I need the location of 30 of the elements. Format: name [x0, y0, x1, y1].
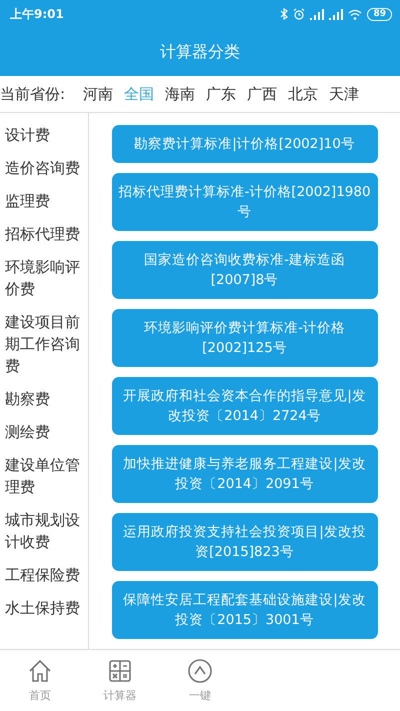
bluetooth-icon: [280, 8, 288, 20]
calculator-icon: [107, 658, 133, 684]
category-item[interactable]: 建设项目前期工作咨询费: [0, 308, 88, 385]
category-item[interactable]: 水土保持费: [0, 594, 88, 627]
wifi-icon: [348, 8, 362, 20]
page-title: 计算器分类: [160, 42, 240, 62]
province-tab[interactable]: 广西: [247, 84, 278, 104]
signal-icon: [310, 8, 324, 20]
category-item[interactable]: 建设单位管理费: [0, 451, 88, 506]
province-tab[interactable]: 河南: [83, 84, 114, 104]
battery-level: 89: [367, 8, 392, 20]
category-item[interactable]: 监理费: [0, 187, 88, 220]
category-item[interactable]: 测绘费: [0, 418, 88, 451]
alarm-icon: [293, 8, 306, 20]
province-label: 当前省份:: [0, 84, 66, 104]
province-tab[interactable]: 广东: [206, 84, 236, 104]
province-tab[interactable]: 海南: [165, 84, 196, 104]
category-item[interactable]: 造价咨询费: [0, 154, 88, 187]
arrow-circle-icon: [187, 658, 213, 684]
province-tab[interactable]: 北京: [288, 84, 318, 104]
status-time: 上午9:01: [10, 6, 64, 22]
category-item[interactable]: 勘察费: [0, 385, 88, 418]
category-item[interactable]: 工程保险费: [0, 561, 88, 594]
category-item[interactable]: 城市规划设计收费: [0, 506, 88, 561]
category-item[interactable]: 环境影响评价费: [0, 253, 88, 308]
province-tab[interactable]: 天津: [329, 84, 360, 104]
category-item[interactable]: 招标代理费: [0, 220, 88, 253]
signal-icon: [329, 8, 344, 20]
home-icon: [27, 658, 53, 684]
category-item[interactable]: 设计费: [0, 121, 88, 154]
